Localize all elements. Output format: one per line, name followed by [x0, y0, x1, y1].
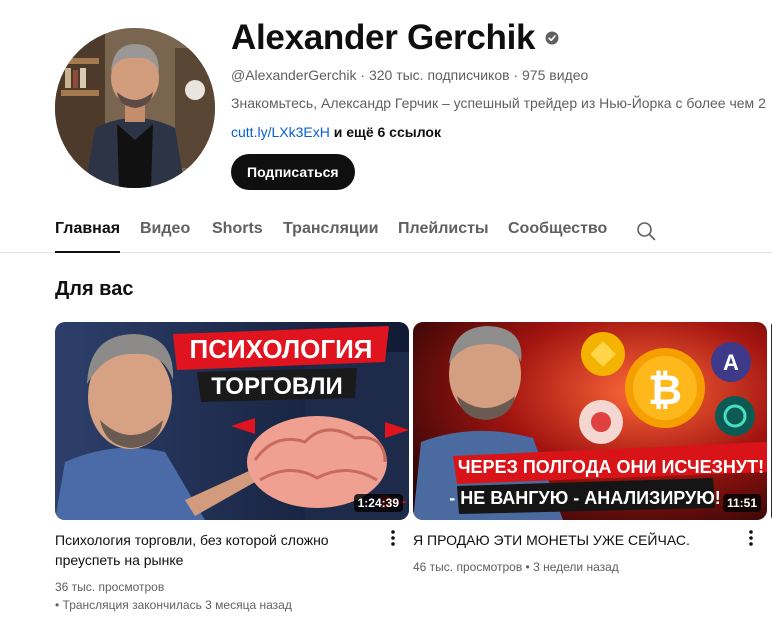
- tab-shorts[interactable]: Shorts: [212, 220, 263, 253]
- thumb-text-1: ЧЕРЕЗ ПОЛГОДА ОНИ ИСЧЕЗНУТ!: [458, 457, 764, 477]
- channel-handle: @AlexanderGerchik: [231, 67, 357, 83]
- tab-community[interactable]: Сообщество: [508, 220, 607, 253]
- search-icon[interactable]: [636, 221, 656, 241]
- channel-avatar[interactable]: [55, 28, 215, 188]
- video-thumbnail[interactable]: ПСИХОЛОГИЯ ТОРГОВЛИ 1:24:39: [55, 322, 409, 520]
- tab-videos[interactable]: Видео: [140, 220, 190, 253]
- tab-playlists[interactable]: Плейлисты: [398, 220, 489, 253]
- check-circle-icon: [545, 31, 559, 45]
- thumb-text-2: - НЕ ВАНГУЮ - АНАЛИЗИРУЮ!: [449, 488, 721, 508]
- video-duration: 1:24:39: [353, 494, 403, 512]
- video-status: • Трансляция закончилась 3 месяца назад: [55, 596, 409, 614]
- thumbnail-image: ₿ A ЧЕРЕЗ ПОЛГОДА ОНИ ИСЧЕЗНУТ! - НЕ ВАН…: [413, 322, 767, 520]
- meta-bullet: •: [522, 560, 534, 574]
- bitcoin-symbol: ₿: [648, 366, 682, 413]
- thumb-text-1: ПСИХОЛОГИЯ: [190, 334, 373, 364]
- video-meta: 46 тыс. просмотров • 3 недели назад: [413, 558, 767, 576]
- section-title: Для вас: [55, 278, 134, 300]
- video-age: 3 недели назад: [533, 560, 619, 574]
- more-links-button[interactable]: и ещё 6 ссылок: [334, 124, 441, 140]
- video-views: 46 тыс. просмотров: [413, 560, 523, 574]
- more-vert-icon[interactable]: [385, 528, 401, 548]
- coin-a-symbol: A: [723, 350, 739, 375]
- video-duration: 11:51: [722, 494, 761, 512]
- video-title[interactable]: Я ПРОДАЮ ЭТИ МОНЕТЫ УЖЕ СЕЙЧАС.: [413, 530, 731, 550]
- tab-home[interactable]: Главная: [55, 220, 121, 253]
- video-views: 36 тыс. просмотров: [55, 580, 165, 594]
- tab-live[interactable]: Трансляции: [283, 220, 378, 253]
- avatar-image: [55, 28, 215, 188]
- channel-name: Alexander Gerchik: [231, 18, 536, 57]
- meta-bullet: •: [55, 598, 63, 612]
- subscribe-button[interactable]: Подписаться: [231, 154, 355, 190]
- thumbnail-image: ПСИХОЛОГИЯ ТОРГОВЛИ: [55, 322, 409, 520]
- channel-info: Alexander Gerchik @AlexanderGerchik · 32…: [231, 18, 772, 190]
- video-title[interactable]: Психология торговли, без которой сложно …: [55, 530, 373, 570]
- video-card[interactable]: ПСИХОЛОГИЯ ТОРГОВЛИ 1:24:39 Психология т…: [55, 322, 409, 614]
- subscriber-count: 320 тыс. подписчиков: [368, 67, 510, 83]
- more-vert-icon[interactable]: [743, 528, 759, 548]
- video-status-text: Трансляция закончилась 3 месяца назад: [62, 598, 292, 612]
- video-thumbnail[interactable]: ₿ A ЧЕРЕЗ ПОЛГОДА ОНИ ИСЧЕЗНУТ! - НЕ ВАН…: [413, 322, 767, 520]
- channel-meta: @AlexanderGerchik · 320 тыс. подписчиков…: [231, 67, 772, 83]
- channel-tabs: Главная Видео Shorts Трансляции Плейлист…: [0, 212, 772, 253]
- thumb-text-2: ТОРГОВЛИ: [211, 373, 343, 400]
- video-count: 975 видео: [522, 67, 589, 83]
- channel-link[interactable]: cutt.ly/LXk3ExH: [231, 124, 330, 140]
- meta-separator: ·: [513, 67, 523, 83]
- meta-separator: ·: [360, 67, 369, 83]
- channel-description[interactable]: Знакомьтесь, Александр Герчик – успешный…: [231, 95, 772, 111]
- channel-name-row: Alexander Gerchik: [231, 18, 772, 58]
- channel-links: cutt.ly/LXk3ExH и ещё 6 ссылок: [231, 124, 772, 140]
- video-card[interactable]: ₿ A ЧЕРЕЗ ПОЛГОДА ОНИ ИСЧЕЗНУТ! - НЕ ВАН…: [413, 322, 767, 576]
